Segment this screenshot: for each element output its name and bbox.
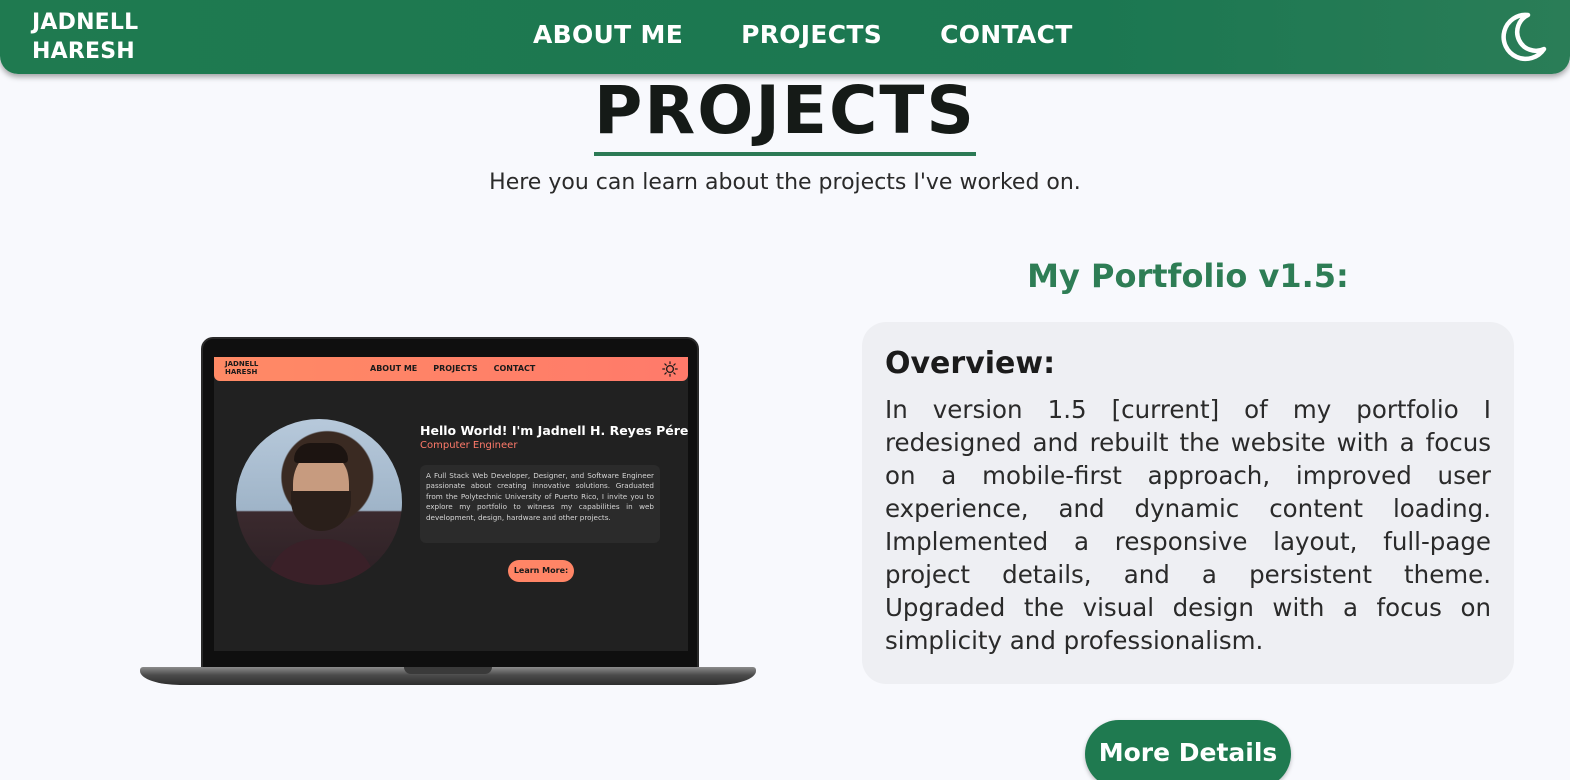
- nav-link-contact[interactable]: CONTACT: [940, 20, 1072, 49]
- overview-heading: Overview:: [885, 346, 1056, 381]
- preview-learn-more-button: Learn More:: [508, 560, 574, 582]
- project-preview-image[interactable]: JADNELL HARESH ABOUT ME PROJECTS CONTACT: [140, 337, 756, 689]
- nav-links: ABOUT ME PROJECTS CONTACT: [533, 20, 1073, 49]
- preview-bio: A Full Stack Web Developer, Designer, an…: [420, 465, 660, 543]
- project-title: My Portfolio v1.5:: [1027, 257, 1349, 295]
- overview-card: Overview: In version 1.5 [current] of my…: [862, 322, 1514, 684]
- preview-photo-shirt: [266, 539, 376, 585]
- nav-link-about-me[interactable]: ABOUT ME: [533, 20, 683, 49]
- brand-line-2: HARESH: [32, 39, 135, 64]
- preview-nav-links: ABOUT ME PROJECTS CONTACT: [370, 364, 535, 373]
- preview-brand-line-2: HARESH: [225, 368, 258, 376]
- preview-photo-beard: [291, 491, 351, 531]
- laptop-notch: [404, 667, 492, 674]
- brand-line-1: JADNELL: [32, 10, 139, 35]
- navbar: JADNELL HARESH ABOUT ME PROJECTS CONTACT: [0, 0, 1570, 74]
- sun-icon: [662, 361, 678, 377]
- nav-link-projects[interactable]: PROJECTS: [741, 20, 882, 49]
- more-details-button[interactable]: More Details: [1085, 720, 1291, 780]
- preview-brand-line-1: JADNELL: [225, 360, 259, 368]
- preview-brand: JADNELL HARESH: [225, 360, 258, 376]
- brand-logo[interactable]: JADNELL HARESH: [32, 8, 138, 66]
- preview-nav-contact: CONTACT: [493, 364, 536, 373]
- page-title: PROJECTS: [594, 74, 976, 156]
- preview-navbar: JADNELL HARESH ABOUT ME PROJECTS CONTACT: [214, 357, 688, 381]
- preview-hello-heading: Hello World! I'm Jadnell H. Reyes Pérez: [420, 423, 688, 438]
- preview-photo-hair: [294, 443, 348, 463]
- moon-icon[interactable]: [1494, 9, 1550, 65]
- preview-role: Computer Engineer: [420, 440, 518, 451]
- preview-nav-projects: PROJECTS: [433, 364, 478, 373]
- section-title-wrap: PROJECTS: [0, 74, 1570, 156]
- preview-profile-photo: [236, 419, 402, 585]
- preview-nav-about: ABOUT ME: [370, 364, 418, 373]
- laptop-lid: JADNELL HARESH ABOUT ME PROJECTS CONTACT: [201, 337, 699, 669]
- laptop-screen: JADNELL HARESH ABOUT ME PROJECTS CONTACT: [214, 357, 688, 651]
- overview-text: In version 1.5 [current] of my portfolio…: [885, 395, 1491, 655]
- section-subtitle: Here you can learn about the projects I'…: [489, 170, 1081, 195]
